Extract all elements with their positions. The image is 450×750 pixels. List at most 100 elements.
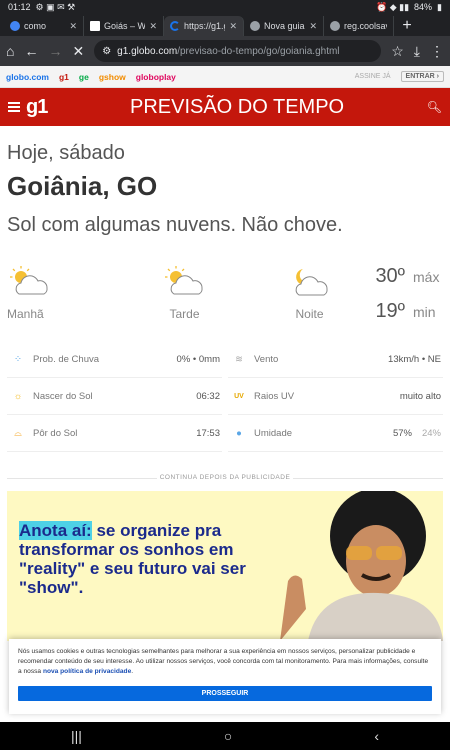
detail-name: Umidade [254, 427, 293, 439]
browser-toolbar: ⌂ ← → ✕ ⚙ g1.globo.com/previsao-do-tempo… [0, 36, 450, 66]
tab-title: https://g1.glob [184, 21, 225, 31]
detail-wind: ≋ Vento 13km/h • NE [228, 341, 443, 378]
page-title: PREVISÃO DO TEMPO [129, 95, 345, 118]
subscribe-link[interactable]: ASSINE JÁ [355, 73, 391, 80]
sunset-icon: ⌓ [14, 427, 22, 439]
site-info-icon[interactable]: ⚙ [102, 46, 111, 57]
city-name: Goiânia, GO [7, 171, 158, 201]
detail-value: 13km/h • NE [388, 353, 441, 365]
browser-tab-active[interactable]: https://g1.glob ✕ [164, 16, 244, 36]
link-gshow[interactable]: gshow [99, 72, 126, 82]
period-morning: Manhã [7, 265, 122, 335]
forward-icon[interactable]: → [48, 43, 62, 59]
android-navigation-bar: ||| ○ ‹ [0, 722, 450, 750]
link-globo-com[interactable]: globo.com [6, 72, 49, 82]
detail-name: Raios UV [254, 390, 295, 402]
detail-sunrise: ☼ Nascer do Sol 06:32 [7, 378, 222, 415]
forecast-summary: Sol com algumas nuvens. Não chove. [7, 214, 343, 236]
back-icon[interactable]: ← [24, 43, 38, 59]
detail-rain: ⁘ Prob. de Chuva 0% • 0mm [7, 341, 222, 378]
moon-cloud-icon [295, 269, 328, 296]
proceed-button[interactable]: PROSSEGUIR [18, 686, 432, 701]
search-icon[interactable]: 🔍︎ [427, 100, 442, 114]
battery-level: 84% [414, 2, 433, 12]
detail-value-secondary: 24% [421, 427, 441, 439]
sunrise-icon: ☼ [13, 390, 23, 402]
forecast-section: Hoje, sábado Goiânia, GO Sol com algumas… [0, 142, 450, 641]
detail-uv: UV Raios UV muito alto [228, 378, 443, 415]
browser-tab[interactable]: como ✕ [4, 16, 84, 36]
close-tab-icon[interactable]: ✕ [309, 21, 317, 32]
tab-strip: como ✕ Goiás – Wikipe ✕ https://g1.glob … [0, 14, 450, 36]
home-button-icon[interactable]: ○ [224, 728, 232, 744]
globo-portal-bar: globo.com g1 ge gshow globoplay ASSINE J… [0, 66, 450, 88]
temp-min-label: min [413, 304, 436, 320]
advertisement-banner[interactable]: Anota aí: se organize pra transformar os… [7, 491, 443, 641]
loading-favicon-icon [170, 21, 180, 31]
temp-min: 19º min [375, 300, 439, 335]
browser-tab[interactable]: Goiás – Wikipe ✕ [84, 16, 164, 36]
period-label: Tarde [169, 307, 200, 321]
status-time: 01:12 [8, 2, 31, 12]
close-tab-icon[interactable]: ✕ [229, 21, 237, 32]
login-button[interactable]: ENTRAR › [400, 71, 444, 82]
recents-icon[interactable]: ||| [71, 728, 82, 744]
detail-sunset: ⌓ Pôr do Sol 17:53 [7, 415, 222, 452]
temperature-range: 30º máx 19º min [372, 265, 443, 335]
browser-tab[interactable]: reg.coolsav [324, 16, 394, 36]
period-forecast: Manhã Tarde Noite 30º máx 19º min [7, 265, 443, 335]
detail-value: muito alto [399, 390, 441, 402]
humidity-icon: ● [236, 427, 242, 439]
link-g1[interactable]: g1 [59, 72, 69, 82]
detail-name: Pôr do Sol [33, 427, 78, 439]
rain-drops-icon: ⁘ [14, 353, 22, 365]
link-ge[interactable]: ge [79, 72, 89, 82]
g1-logo[interactable]: g1 [26, 96, 48, 119]
detail-value: 0% • 0mm [176, 353, 220, 365]
weather-details: ⁘ Prob. de Chuva 0% • 0mm ≋ Vento 13km/h… [7, 341, 443, 452]
period-afternoon: Tarde [122, 265, 247, 335]
new-tab-button[interactable]: + [394, 16, 420, 36]
tab-title: como [24, 21, 47, 31]
close-tab-icon[interactable]: ✕ [149, 21, 157, 32]
detail-value: 57% [392, 427, 412, 439]
forecast-day: Hoje, sábado [7, 142, 125, 164]
notification-icons: ⚙ ▣ ✉ ⚒ [35, 1, 76, 12]
globe-favicon-icon [330, 21, 340, 31]
privacy-policy-link[interactable]: nova política de privacidade [43, 668, 131, 675]
back-button-icon[interactable]: ‹ [374, 728, 379, 744]
period-label: Noite [295, 307, 324, 321]
sun-cloud-icon [10, 266, 48, 295]
wind-icon: ≋ [235, 353, 243, 365]
sun-cloud-icon [164, 266, 203, 295]
detail-name: Prob. de Chuva [33, 353, 100, 365]
tab-title: Goiás – Wikipe [104, 21, 146, 31]
browser-tab[interactable]: Nova guia ✕ [244, 16, 324, 36]
tab-title: Nova guia [264, 21, 305, 31]
close-tab-icon[interactable]: ✕ [69, 21, 77, 32]
temp-max-label: máx [413, 269, 440, 285]
home-icon[interactable]: ⌂ [6, 43, 14, 59]
status-bar: 01:12 ⚙ ▣ ✉ ⚒ ⏰ ◆ ▮▮ 84% ▮ [0, 0, 450, 14]
temp-max: 30º máx [375, 265, 439, 300]
detail-name: Nascer do Sol [33, 390, 93, 402]
menu-dots-icon[interactable]: ⋮ [430, 43, 444, 60]
period-night: Noite [247, 265, 372, 335]
uv-icon: UV [234, 392, 244, 400]
address-bar[interactable]: ⚙ g1.globo.com/previsao-do-tempo/go/goia… [94, 40, 382, 62]
download-icon[interactable]: ⤓ [414, 43, 420, 60]
tab-title: reg.coolsav [344, 21, 387, 31]
ad-highlight: Anota aí: [19, 521, 92, 540]
temp-max-value: 30º [375, 265, 405, 287]
url-host: g1.globo.com [117, 45, 178, 57]
url-path: /previsao-do-tempo/go/goiania.ghtml [177, 45, 340, 57]
hamburger-menu-icon[interactable] [8, 102, 20, 112]
bookmark-star-icon[interactable]: ☆ [391, 43, 404, 60]
period-label: Manhã [7, 307, 44, 321]
battery-icon: ▮ [437, 1, 442, 12]
temp-min-value: 19º [375, 300, 405, 322]
detail-value: 17:53 [196, 427, 220, 439]
link-globoplay[interactable]: globoplay [136, 72, 176, 82]
stop-icon[interactable]: ✕ [72, 43, 84, 60]
detail-value: 06:32 [196, 390, 220, 402]
